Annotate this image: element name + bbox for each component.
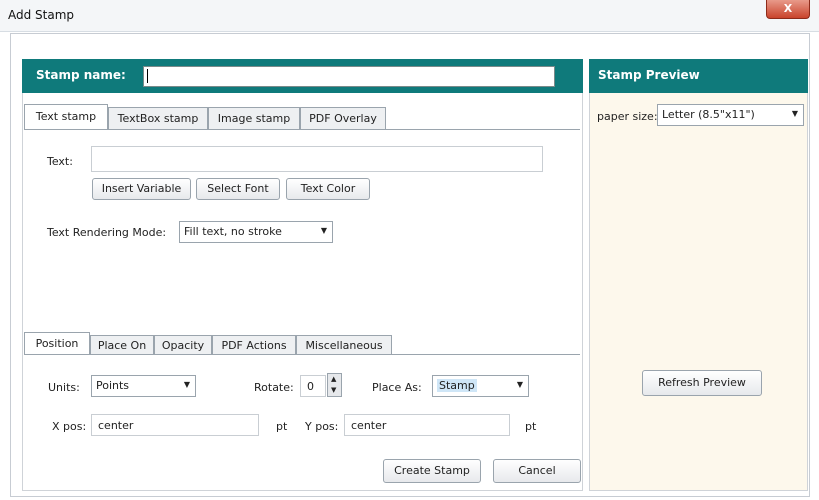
close-button[interactable]: X — [766, 0, 810, 19]
refresh-preview-button[interactable]: Refresh Preview — [642, 370, 762, 396]
rendering-mode-label: Text Rendering Mode: — [47, 226, 167, 239]
tab-miscellaneous[interactable]: Miscellaneous — [296, 335, 392, 355]
paper-size-label: paper size: — [597, 110, 658, 123]
place-as-select[interactable]: Stamp ▼ — [432, 375, 529, 397]
place-as-value: Stamp — [437, 379, 477, 392]
chevron-down-icon: ▼ — [183, 380, 190, 389]
title-bar — [0, 0, 819, 32]
select-font-button[interactable]: Select Font — [196, 178, 280, 200]
paper-size-select[interactable]: Letter (8.5"x11") ▼ — [657, 104, 804, 126]
create-stamp-button[interactable]: Create Stamp — [383, 459, 481, 483]
rotate-spinner[interactable]: ▲ ▼ — [327, 373, 342, 397]
xpos-input[interactable]: center — [91, 414, 259, 436]
tab-text-stamp[interactable]: Text stamp — [24, 104, 108, 130]
rendering-mode-value: Fill text, no stroke — [184, 225, 282, 238]
chevron-down-icon: ▼ — [516, 380, 523, 389]
bottom-tab-divider — [24, 354, 580, 355]
tab-opacity[interactable]: Opacity — [154, 335, 212, 355]
tab-divider — [24, 129, 580, 130]
insert-variable-button[interactable]: Insert Variable — [92, 178, 191, 200]
xpos-unit: pt — [276, 420, 288, 433]
ypos-unit: pt — [525, 420, 537, 433]
window-title: Add Stamp — [8, 8, 75, 22]
tab-pdf-overlay[interactable]: PDF Overlay — [300, 107, 386, 129]
cancel-button[interactable]: Cancel — [493, 459, 581, 483]
text-color-button[interactable]: Text Color — [286, 178, 370, 200]
text-label: Text: — [47, 155, 73, 168]
rotate-label: Rotate: — [254, 381, 294, 394]
tab-place-on[interactable]: Place On — [90, 335, 154, 355]
ypos-input[interactable]: center — [344, 414, 510, 436]
units-label: Units: — [48, 381, 80, 394]
xpos-label: X pos: — [52, 420, 87, 433]
chevron-down-icon: ▼ — [320, 226, 327, 235]
units-value: Points — [96, 379, 130, 392]
ypos-label: Y pos: — [305, 420, 339, 433]
spin-up-icon[interactable]: ▲ — [331, 375, 336, 383]
stamp-name-label: Stamp name: — [36, 68, 126, 82]
units-select[interactable]: Points ▼ — [91, 375, 196, 397]
stamp-preview-title: Stamp Preview — [598, 68, 700, 82]
stamp-text-input[interactable] — [91, 146, 543, 172]
stamp-name-input[interactable] — [143, 66, 555, 87]
tab-pdf-actions[interactable]: PDF Actions — [212, 335, 296, 355]
tab-position[interactable]: Position — [24, 332, 90, 355]
tab-textbox-stamp[interactable]: TextBox stamp — [108, 107, 208, 129]
rendering-mode-select[interactable]: Fill text, no stroke ▼ — [179, 221, 333, 243]
spin-down-icon[interactable]: ▼ — [331, 386, 336, 394]
tab-image-stamp[interactable]: Image stamp — [208, 107, 300, 129]
text-caret — [147, 69, 148, 83]
chevron-down-icon: ▼ — [791, 109, 798, 118]
place-as-label: Place As: — [372, 381, 422, 394]
paper-size-value: Letter (8.5"x11") — [662, 108, 755, 121]
rotate-input[interactable]: 0 — [300, 375, 326, 397]
